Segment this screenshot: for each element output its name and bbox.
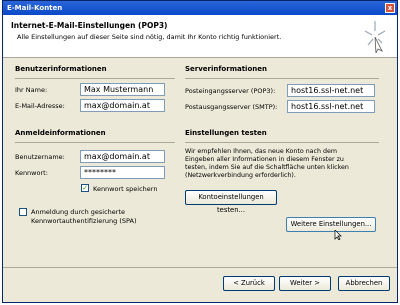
back-button[interactable]: < Zurück [223, 276, 275, 291]
user-info-heading: Benutzerinformationen [15, 65, 107, 73]
name-label: Ihr Name: [15, 86, 48, 94]
window-title: E-Mail-Konten [7, 4, 63, 12]
test-account-settings-button[interactable]: Kontoeinstellungen testen... [185, 190, 277, 214]
page-title: Internet-E-Mail-Einstellungen (POP3) [11, 21, 168, 30]
email-accounts-dialog: E-Mail-Konten x Internet-E-Mail-Einstell… [2, 0, 398, 303]
close-button[interactable]: x [385, 3, 395, 13]
email-label: E-Mail-Adresse: [15, 102, 65, 110]
user-info-divider [15, 78, 175, 79]
next-button[interactable]: Weiter > [279, 276, 331, 291]
wizard-header: Internet-E-Mail-Einstellungen (POP3) All… [3, 15, 397, 58]
server-info-divider [185, 78, 379, 79]
more-settings-button[interactable]: Weitere Einstellungen... [286, 217, 376, 232]
test-settings-heading: Einstellungen testen [185, 129, 267, 137]
test-text-line2: Eingeben aller Informationen in diesem F… [185, 156, 344, 163]
test-text-line1: Wir empfehlen Ihnen, das neue Konto nach… [185, 148, 337, 155]
login-info-heading: Anmeldeinformationen [15, 129, 106, 137]
remember-password-checkbox[interactable]: ✓ [81, 184, 89, 192]
username-field[interactable]: max@domain.at [80, 150, 165, 163]
wizard-sparkle-icon [364, 21, 386, 53]
page-subtitle: Alle Einstellungen auf dieser Seite sind… [17, 33, 282, 41]
outgoing-server-label: Postausgangsserver (SMTP): [185, 103, 278, 111]
test-text-line4: (Netzwerkverbindung erforderlich). [185, 172, 296, 179]
spa-label-line2: Kennwortauthentifizierung (SPA) [31, 217, 137, 225]
test-settings-divider [185, 142, 379, 143]
name-field[interactable]: Max Mustermann [80, 83, 165, 96]
spa-checkbox[interactable] [19, 208, 27, 216]
test-text-line3: testen, indem Sie auf die Schaltfläche u… [185, 164, 349, 171]
login-info-divider [15, 142, 175, 143]
password-field[interactable]: ******** [80, 166, 165, 179]
title-bar: E-Mail-Konten x [3, 1, 397, 15]
username-label: Benutzername: [15, 153, 65, 161]
password-label: Kennwort: [15, 169, 48, 177]
incoming-server-field[interactable]: host16.ssl-net.net [287, 84, 375, 97]
email-field[interactable]: max@domain.at [80, 99, 165, 112]
incoming-server-label: Posteingangsserver (POP3): [185, 87, 276, 95]
mouse-cursor-icon [334, 230, 342, 240]
server-info-heading: Serverinformationen [185, 65, 267, 73]
remember-password-label: Kennwort speichern [93, 185, 158, 193]
outgoing-server-field[interactable]: host16.ssl-net.net [287, 100, 375, 113]
spa-label-line1: Anmeldung durch gesicherte [31, 208, 126, 216]
cancel-button[interactable]: Abbrechen [338, 276, 390, 291]
footer-divider [3, 267, 397, 268]
